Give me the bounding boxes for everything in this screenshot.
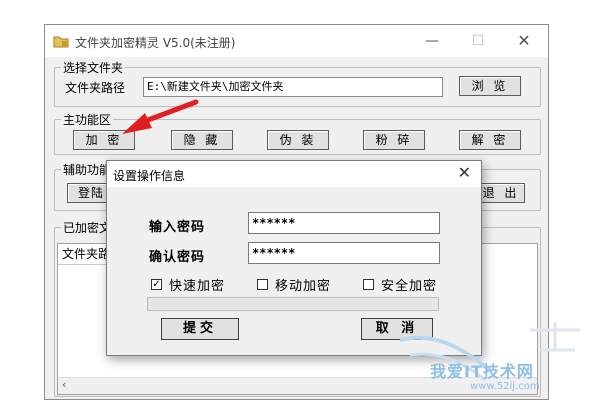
submit-button[interactable]: 提交 bbox=[161, 318, 239, 340]
progress-bar bbox=[147, 297, 439, 311]
mobile-encrypt-label: 移动加密 bbox=[275, 279, 332, 294]
watermark-title: 我爱IT技术网 bbox=[430, 362, 534, 381]
password-input[interactable]: ****** bbox=[248, 212, 440, 234]
dialog-close-button[interactable]: ✕ bbox=[458, 163, 471, 182]
safe-encrypt-checkbox[interactable] bbox=[363, 279, 374, 290]
password-label: 输入密码 bbox=[149, 220, 206, 235]
watermark-url: www.52ij.com bbox=[470, 381, 540, 392]
dialog-title-bar[interactable]: 设置操作信息 ✕ bbox=[107, 161, 481, 187]
confirm-password-input[interactable]: ****** bbox=[248, 242, 440, 264]
confirm-password-label: 确认密码 bbox=[149, 250, 206, 265]
mobile-encrypt-checkbox[interactable] bbox=[257, 279, 268, 290]
dialog-title: 设置操作信息 bbox=[113, 169, 186, 183]
fast-encrypt-checkbox[interactable]: ✓ bbox=[151, 279, 162, 290]
fast-encrypt-label: 快速加密 bbox=[169, 279, 226, 294]
safe-encrypt-label: 安全加密 bbox=[381, 279, 438, 294]
